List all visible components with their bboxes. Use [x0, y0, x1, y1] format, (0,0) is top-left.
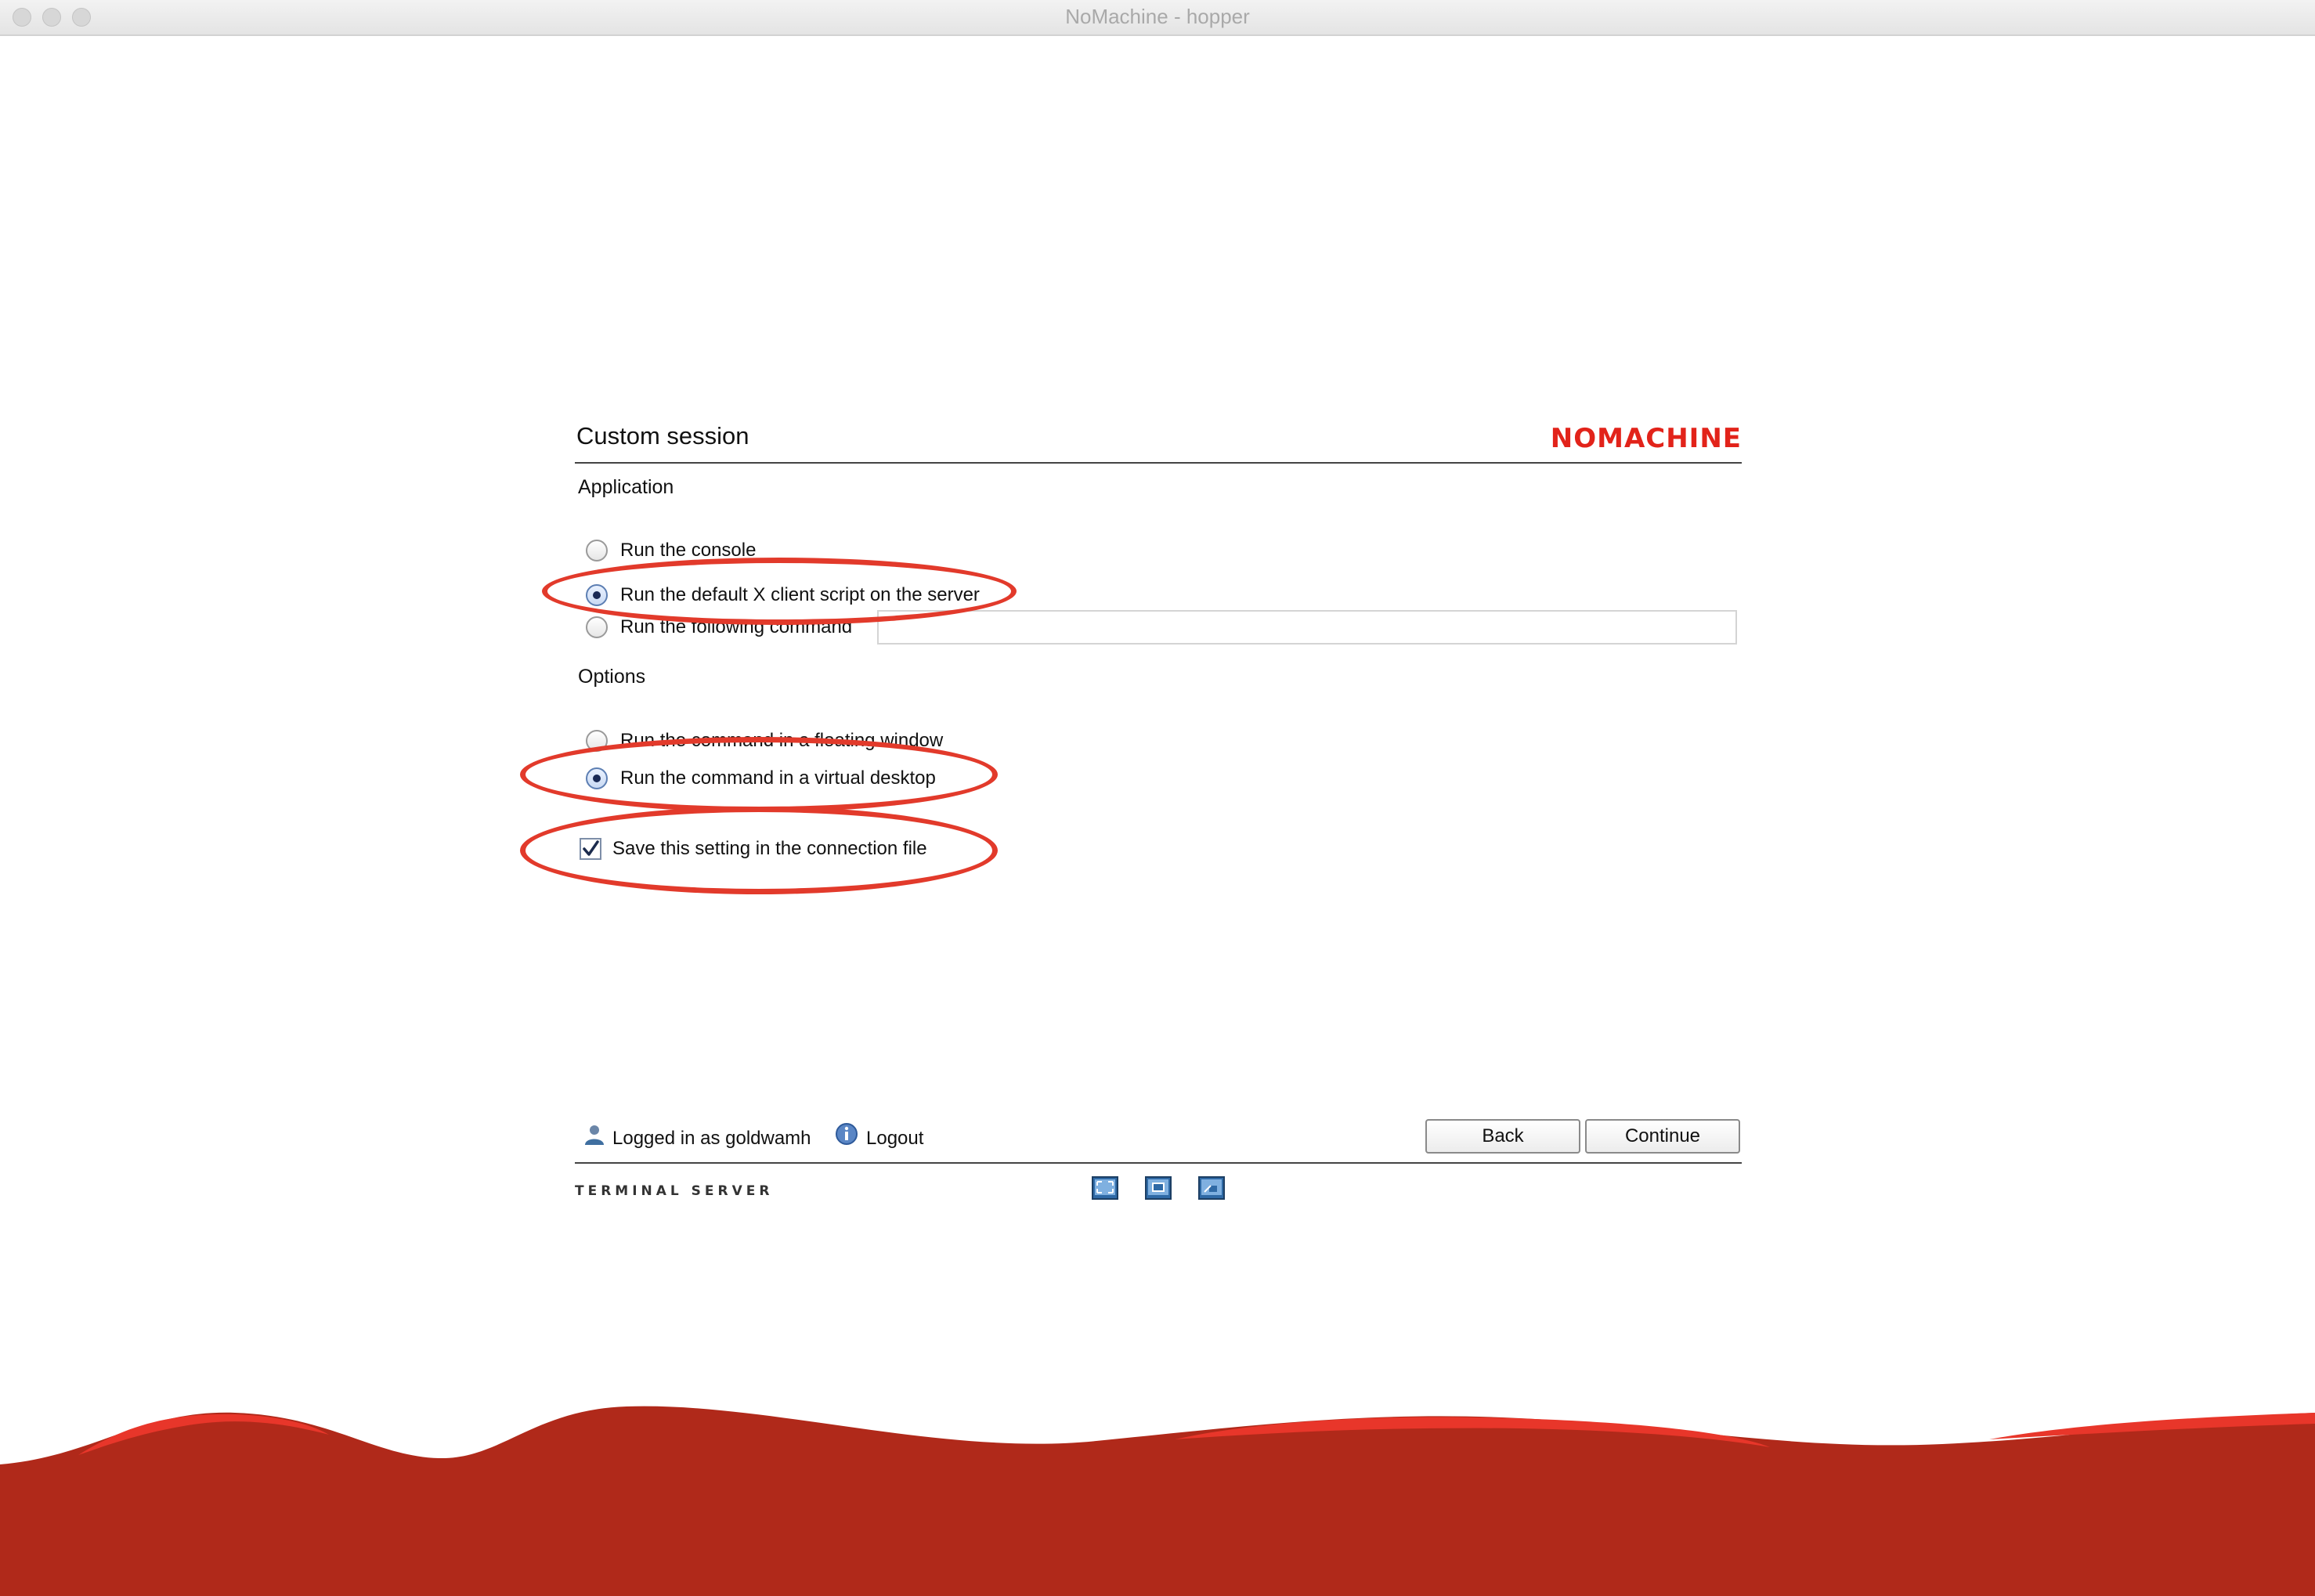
logout-link[interactable]: Logout: [866, 1128, 923, 1150]
radio-label: Run the command in a floating window: [620, 730, 944, 751]
radio-run-following-command[interactable]: Run the following command: [575, 612, 852, 643]
user-icon: [585, 1125, 604, 1145]
radio-button[interactable]: [586, 730, 608, 752]
radio-button[interactable]: [586, 540, 608, 561]
save-setting-checkbox-row[interactable]: Save this setting in the connection file: [575, 833, 927, 865]
logged-in-label: Logged in as goldwamh: [612, 1128, 811, 1149]
radio-label: Run the default X client script on the s…: [620, 584, 980, 605]
header-divider: [575, 462, 1742, 464]
product-name: TERMINAL SERVER: [575, 1183, 774, 1199]
fit-window-icon[interactable]: [1145, 1176, 1172, 1200]
back-button[interactable]: Back: [1425, 1119, 1580, 1154]
continue-button[interactable]: Continue: [1585, 1119, 1740, 1154]
radio-label: Run the following command: [620, 616, 853, 637]
page-title: Custom session: [576, 422, 749, 450]
window-titlebar: NoMachine - hopper: [0, 0, 2315, 36]
save-setting-checkbox[interactable]: [580, 838, 601, 860]
window-title: NoMachine - hopper: [1065, 5, 1250, 28]
options-section-label: Options: [578, 666, 646, 688]
save-setting-label: Save this setting in the connection file: [612, 838, 927, 859]
checkmark-icon: [583, 840, 599, 856]
radio-button[interactable]: [586, 616, 608, 638]
custom-session-dialog: Custom session NOMACHINE Application Run…: [520, 415, 1742, 1206]
radio-label: Run the command in a virtual desktop: [620, 767, 936, 789]
nomachine-logo: NOMACHINE: [1550, 423, 1742, 454]
info-icon[interactable]: [835, 1122, 858, 1146]
radio-run-console[interactable]: Run the console: [575, 535, 756, 566]
radio-virtual-desktop[interactable]: Run the command in a virtual desktop: [575, 763, 936, 794]
footer-divider: [575, 1162, 1742, 1164]
windowed-icon[interactable]: [1198, 1176, 1225, 1200]
fullscreen-icon[interactable]: [1092, 1176, 1118, 1200]
decorative-wave-background: [0, 1406, 2315, 1596]
command-input[interactable]: [877, 610, 1737, 645]
radio-floating-window[interactable]: Run the command in a floating window: [575, 725, 943, 756]
radio-run-default-x-client[interactable]: Run the default X client script on the s…: [575, 580, 980, 611]
radio-button-selected[interactable]: [586, 767, 608, 789]
application-section-label: Application: [578, 476, 674, 498]
radio-label: Run the console: [620, 540, 757, 561]
radio-button-selected[interactable]: [586, 584, 608, 606]
